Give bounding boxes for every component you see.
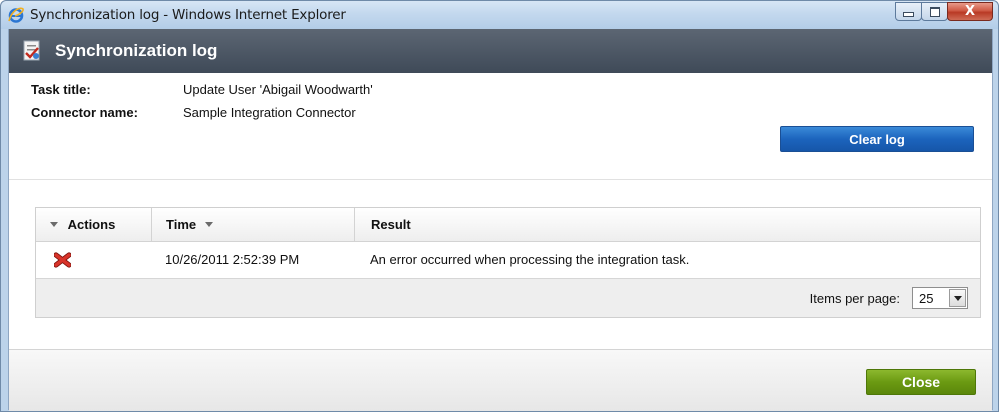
grid-pager: Items per page: 25 <box>36 278 980 317</box>
dropdown-triangle-icon <box>50 222 58 228</box>
row-actions-cell <box>36 242 151 278</box>
column-result-label: Result <box>371 217 411 232</box>
task-title-value: Update User 'Abigail Woodwarth' <box>183 82 373 97</box>
chevron-down-icon[interactable] <box>949 289 966 307</box>
items-per-page-label: Items per page: <box>809 291 900 306</box>
grid-header: Actions Time Result <box>36 208 980 242</box>
items-per-page-value: 25 <box>919 291 934 306</box>
row-time-cell: 10/26/2011 2:52:39 PM <box>165 252 300 267</box>
column-time-label: Time <box>166 217 197 232</box>
log-grid: Actions Time Result 10/26/2011 2:52:39 P… <box>35 207 981 318</box>
dialog-header: Synchronization log <box>9 29 992 73</box>
column-header-actions[interactable]: Actions <box>36 208 151 241</box>
dialog-content: Synchronization log Task title: Update U… <box>8 29 993 411</box>
delete-x-icon[interactable] <box>54 252 71 268</box>
close-icon: X <box>964 4 976 19</box>
close-button[interactable]: Close <box>866 369 976 395</box>
table-row: 10/26/2011 2:52:39 PM An error occurred … <box>36 242 980 278</box>
maximize-icon <box>929 6 940 17</box>
minimize-icon <box>903 12 914 17</box>
title-bar[interactable]: Synchronization log - Windows Internet E… <box>1 1 998 29</box>
window-close-button[interactable]: X <box>947 2 993 21</box>
task-info-panel: Task title: Update User 'Abigail Woodwar… <box>9 73 992 180</box>
window-controls: X <box>895 2 993 22</box>
window-title: Synchronization log - Windows Internet E… <box>30 7 346 23</box>
connector-name-label: Connector name: <box>31 105 138 120</box>
row-result-cell: An error occurred when processing the in… <box>370 252 690 267</box>
browser-window: Synchronization log - Windows Internet E… <box>0 0 999 412</box>
dialog-title: Synchronization log <box>55 41 218 60</box>
connector-name-value: Sample Integration Connector <box>183 105 356 120</box>
minimize-button[interactable] <box>895 2 922 21</box>
synchronization-log-icon <box>23 40 40 61</box>
internet-explorer-icon <box>8 7 24 23</box>
column-actions-label: Actions <box>67 217 116 232</box>
dialog-footer: Close <box>9 349 992 411</box>
column-header-time[interactable]: Time <box>151 208 354 241</box>
items-per-page-select[interactable]: 25 <box>912 287 968 309</box>
task-title-label: Task title: <box>31 82 91 97</box>
clear-log-button[interactable]: Clear log <box>780 126 974 152</box>
sort-desc-icon <box>204 222 213 228</box>
maximize-button[interactable] <box>921 2 948 21</box>
column-header-result[interactable]: Result <box>354 208 980 241</box>
